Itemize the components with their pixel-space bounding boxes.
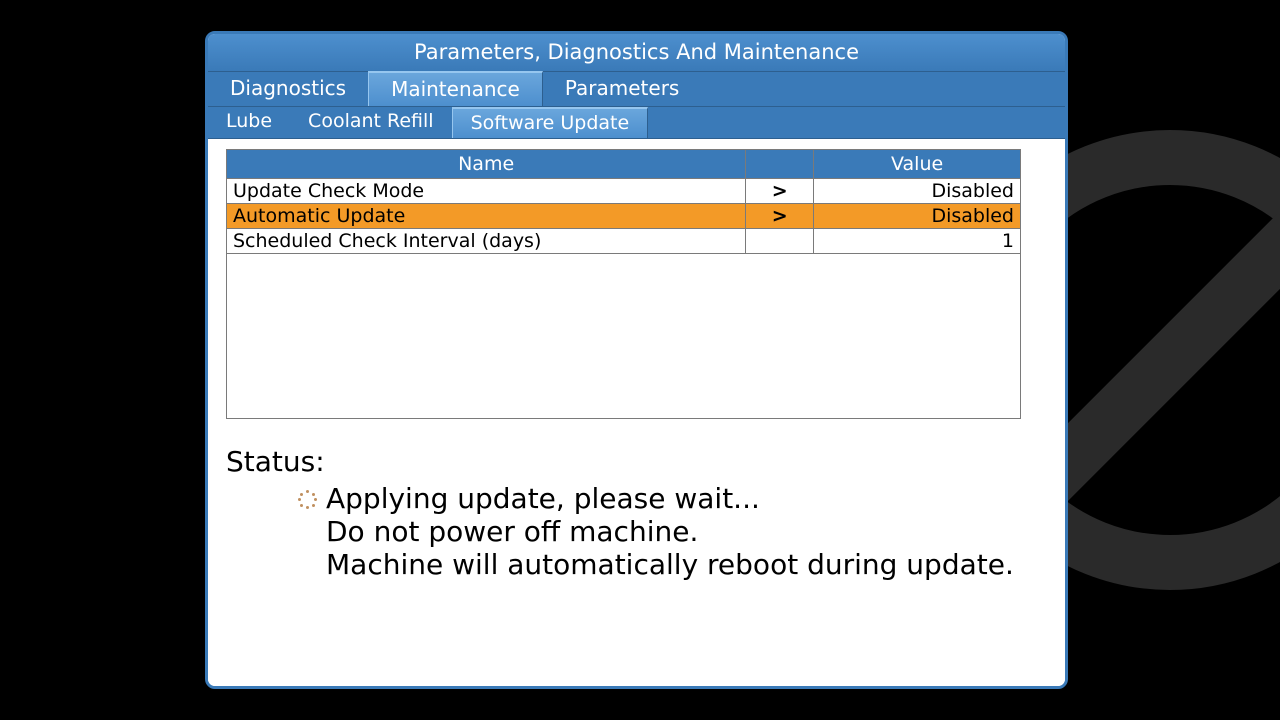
content-area: Name Value Update Check Mode > Disabled …	[208, 139, 1065, 686]
col-header-name: Name	[227, 150, 746, 179]
table-row[interactable]: Scheduled Check Interval (days) 1	[227, 229, 1021, 254]
cell-name: Automatic Update	[227, 204, 746, 229]
cell-value: Disabled	[814, 204, 1021, 229]
settings-table: Name Value Update Check Mode > Disabled …	[226, 149, 1021, 254]
tab-lube[interactable]: Lube	[208, 107, 290, 138]
tab-diagnostics[interactable]: Diagnostics	[208, 72, 368, 106]
window-title: Parameters, Diagnostics And Maintenance	[208, 34, 1065, 72]
cell-arrow	[746, 229, 814, 254]
status-block: Status: Applying update, please wait... …	[226, 445, 1047, 581]
status-line: Do not power off machine.	[326, 515, 1047, 548]
spinner-icon	[298, 490, 316, 508]
tab-coolant-refill[interactable]: Coolant Refill	[290, 107, 452, 138]
cell-name: Scheduled Check Interval (days)	[227, 229, 746, 254]
primary-tab-row: Diagnostics Maintenance Parameters	[208, 72, 1065, 107]
cell-name: Update Check Mode	[227, 179, 746, 204]
status-text: Applying update, please wait...	[326, 482, 760, 515]
status-label: Status:	[226, 445, 1047, 478]
cell-value: 1	[814, 229, 1021, 254]
col-header-value: Value	[814, 150, 1021, 179]
app-window: Parameters, Diagnostics And Maintenance …	[205, 31, 1068, 689]
chevron-right-icon: >	[746, 179, 814, 204]
table-row[interactable]: Automatic Update > Disabled	[227, 204, 1021, 229]
col-header-arrow	[746, 150, 814, 179]
status-line: Machine will automatically reboot during…	[326, 548, 1047, 581]
status-line: Applying update, please wait...	[326, 482, 1047, 515]
secondary-tab-row: Lube Coolant Refill Software Update	[208, 107, 1065, 139]
tab-maintenance[interactable]: Maintenance	[368, 71, 543, 106]
table-empty-area	[226, 254, 1021, 419]
tab-software-update[interactable]: Software Update	[452, 107, 649, 138]
cell-value: Disabled	[814, 179, 1021, 204]
tab-parameters[interactable]: Parameters	[543, 72, 701, 106]
chevron-right-icon: >	[746, 204, 814, 229]
table-row[interactable]: Update Check Mode > Disabled	[227, 179, 1021, 204]
